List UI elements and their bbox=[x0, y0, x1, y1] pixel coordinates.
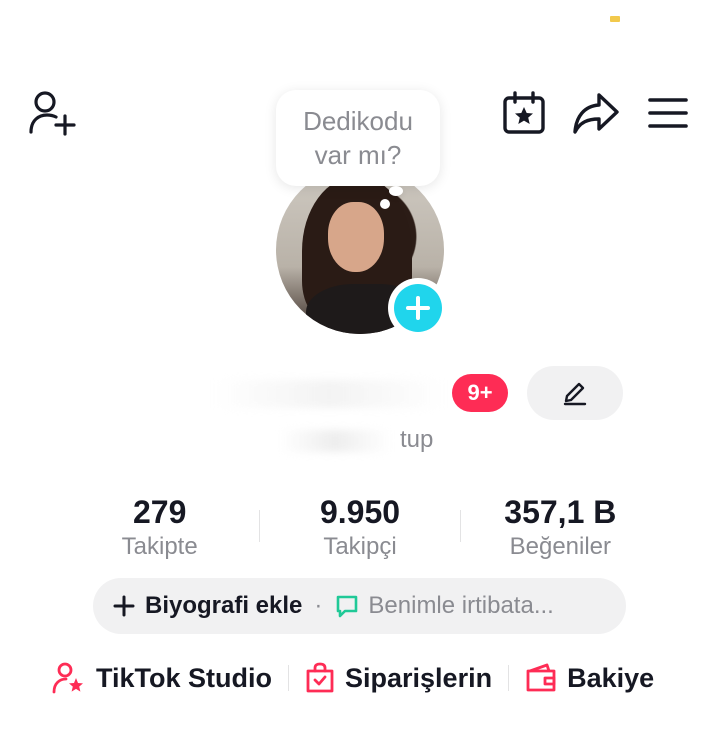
notification-badge[interactable]: 9+ bbox=[452, 374, 508, 412]
message-icon bbox=[337, 595, 358, 618]
stat-likes[interactable]: 357,1 B Beğeniler bbox=[461, 492, 660, 562]
add-user-button[interactable] bbox=[26, 88, 78, 138]
tiktok-studio-button[interactable]: TikTok Studio bbox=[52, 661, 272, 695]
share-icon bbox=[573, 93, 619, 134]
divider bbox=[508, 665, 510, 691]
plus-icon bbox=[113, 595, 135, 617]
shortcut-label: TikTok Studio bbox=[96, 662, 273, 693]
add-avatar-button[interactable] bbox=[388, 278, 448, 338]
menu-button[interactable] bbox=[644, 90, 692, 136]
separator-dot: · bbox=[314, 592, 323, 619]
bio-bar: Biyografi ekle · Benimle irtibata... bbox=[93, 578, 626, 634]
add-user-icon bbox=[29, 91, 76, 136]
wallet-icon bbox=[526, 663, 556, 692]
contact-label: Benimle irtibata... bbox=[368, 592, 554, 619]
shopping-bag-icon bbox=[306, 662, 334, 693]
add-bio-button[interactable]: Biyografi ekle bbox=[113, 592, 302, 620]
stat-label: Beğeniler bbox=[509, 533, 612, 560]
divider bbox=[288, 665, 290, 691]
stat-followers[interactable]: 9.950 Takipçi bbox=[260, 492, 459, 562]
stat-label: Takipte bbox=[121, 533, 198, 560]
bubble-text-line1: Dedikodu bbox=[303, 106, 413, 136]
plus-circle bbox=[394, 284, 442, 332]
shortcut-row: TikTok Studio Siparişlerin Bakiye bbox=[52, 656, 682, 700]
plus-icon bbox=[406, 296, 430, 320]
shortcut-label: Bakiye bbox=[567, 662, 655, 693]
orders-button[interactable]: Siparişlerin bbox=[305, 662, 492, 694]
stat-value: 279 bbox=[132, 494, 187, 530]
stat-label: Takipçi bbox=[323, 533, 397, 560]
avatar-face bbox=[328, 202, 384, 272]
username-redacted bbox=[214, 380, 444, 408]
profile-stats: 279 Takipte 9.950 Takipçi 357,1 B Beğeni… bbox=[60, 492, 660, 562]
bubble-text-line2: var mı? bbox=[314, 140, 402, 170]
add-bio-label: Biyografi ekle bbox=[145, 592, 303, 619]
stat-following[interactable]: 279 Takipte bbox=[60, 492, 259, 562]
edit-profile-button[interactable] bbox=[527, 366, 623, 420]
stat-value: 9.950 bbox=[319, 494, 401, 530]
calendar-star-icon bbox=[503, 91, 545, 134]
stat-value: 357,1 B bbox=[504, 494, 617, 530]
calendar-button[interactable] bbox=[498, 88, 550, 138]
share-button[interactable] bbox=[570, 88, 622, 138]
status-indicator bbox=[610, 16, 620, 22]
bubble-tail bbox=[389, 186, 403, 196]
handle-redacted bbox=[280, 430, 390, 452]
bubble-tail-small bbox=[380, 199, 390, 209]
pencil-icon bbox=[563, 382, 587, 406]
status-bubble[interactable]: Dedikodu var mı? bbox=[276, 90, 440, 186]
menu-icon bbox=[648, 98, 688, 128]
contact-button[interactable]: Benimle irtibata... bbox=[334, 592, 554, 620]
balance-button[interactable]: Bakiye bbox=[525, 663, 654, 694]
handle-suffix: tup bbox=[400, 426, 434, 453]
shortcut-label: Siparişlerin bbox=[345, 662, 493, 693]
user-star-icon bbox=[52, 662, 83, 694]
